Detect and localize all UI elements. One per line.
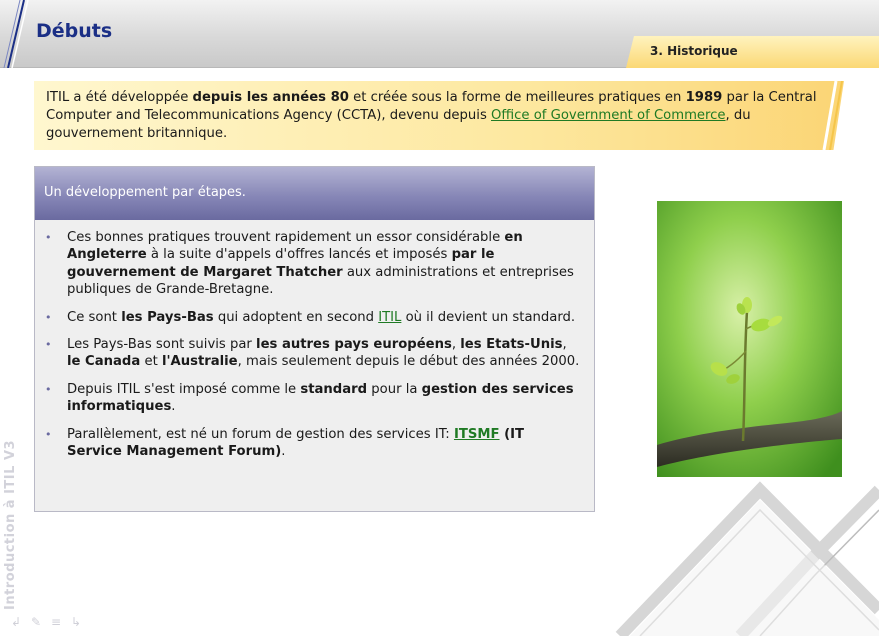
list-item: • Ces bonnes pratiques trouvent rapideme…	[45, 229, 582, 299]
item-text: et	[140, 354, 162, 370]
item-text: ,	[451, 337, 461, 353]
item-emphasis: les Pays-Bas	[121, 309, 214, 325]
item-text: qui adoptent en second	[213, 309, 379, 325]
item-emphasis: l'Australie	[161, 354, 238, 370]
bullet-icon: •	[45, 427, 52, 441]
bullet-list: • Ces bonnes pratiques trouvent rapideme…	[35, 220, 594, 460]
pen-icon[interactable]: ✎	[28, 614, 44, 630]
item-emphasis: le Canada	[67, 354, 141, 370]
background-geometry-decoration	[615, 481, 879, 636]
item-emphasis: standard	[300, 381, 368, 397]
intro-emphasis: 1989	[685, 90, 723, 105]
intro-text: et créée sous la forme de meilleures pra…	[348, 90, 686, 105]
item-text: .	[281, 444, 286, 460]
bullet-icon: •	[45, 231, 52, 244]
header-stripes-decoration	[3, 0, 29, 68]
item-text: Parallèlement, est né un forum de gestio…	[67, 426, 454, 442]
intro-stripe-decoration	[822, 81, 843, 150]
intro-text: ITIL a été développée	[46, 90, 193, 105]
ogc-link[interactable]: Office of Government of Commerce	[491, 108, 726, 123]
list-item: • Les Pays-Bas sont suivis par les autre…	[45, 336, 582, 371]
page-title: Débuts	[36, 20, 113, 42]
forward-arrow-icon[interactable]: ↳	[68, 614, 84, 630]
item-text: Les Pays-Bas sont suivis par	[67, 337, 257, 353]
intro-banner: ITIL a été développée depuis les années …	[34, 81, 844, 150]
header-bar: Débuts 3. Historique	[0, 0, 879, 68]
item-text: pour la	[367, 381, 422, 397]
list-item: • Depuis ITIL s'est imposé comme le stan…	[45, 381, 582, 416]
item-text: Depuis ITIL s'est imposé comme le	[67, 381, 301, 397]
item-text: .	[171, 399, 176, 415]
item-text: Ces bonnes pratiques trouvent rapidement…	[67, 230, 505, 245]
back-arrow-icon[interactable]: ↲	[8, 614, 24, 630]
intro-emphasis: depuis les années 80	[192, 90, 349, 105]
item-text: où il devient un standard.	[401, 309, 576, 325]
course-title-vertical: Introduction à ITIL V3	[3, 439, 18, 610]
item-text: ,	[562, 337, 567, 353]
item-text: , mais seulement depuis le début des ann…	[237, 354, 580, 370]
item-text: à la suite d'appels d'offres lancés et i…	[146, 247, 452, 263]
section-tab-label: 3. Historique	[650, 44, 738, 58]
list-item: • Parallèlement, est né un forum de gest…	[45, 426, 582, 461]
navigation-icons: ↲ ✎ ≡ ↳	[8, 614, 84, 630]
panel-heading: Un développement par étapes.	[35, 167, 594, 220]
itsmf-link[interactable]: ITSMF	[454, 427, 500, 442]
section-tab: 3. Historique	[626, 36, 879, 68]
bullet-icon: •	[45, 382, 52, 396]
itil-link[interactable]: ITIL	[378, 310, 401, 325]
bullet-icon: •	[45, 310, 52, 324]
content-panel: Un développement par étapes. • Ces bonne…	[34, 166, 595, 512]
item-emphasis: les autres pays européens	[256, 337, 452, 353]
list-item: • Ce sont les Pays-Bas qui adoptent en s…	[45, 309, 582, 326]
bullet-icon: •	[45, 338, 52, 352]
item-emphasis: les Etats-Unis	[460, 337, 563, 353]
item-text: Ce sont	[67, 309, 122, 325]
menu-icon[interactable]: ≡	[48, 614, 64, 630]
